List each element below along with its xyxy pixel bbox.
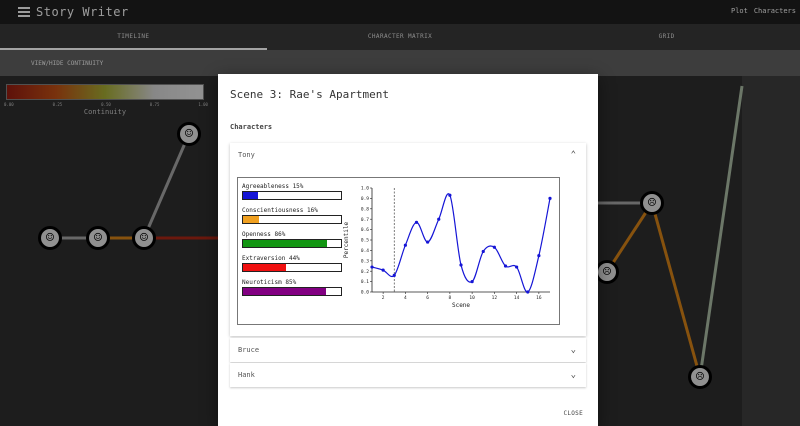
trait-label: Neuroticism 85% <box>242 279 297 286</box>
close-button[interactable]: CLOSE <box>563 410 583 417</box>
data-point <box>492 245 496 249</box>
x-tick-label: 4 <box>404 295 407 301</box>
data-point <box>370 265 374 269</box>
trait-extraversion: Extraversion 44% <box>242 255 342 272</box>
data-point <box>548 196 552 200</box>
y-tick-label: 0.6 <box>361 227 369 233</box>
character-panel-header[interactable]: Bruce ⌄ <box>230 338 586 362</box>
dialog-title: Scene 3: Rae's Apartment <box>230 88 389 101</box>
trait-bar <box>242 191 342 200</box>
data-point <box>381 268 385 272</box>
scene-dialog: Scene 3: Rae's Apartment Characters Tony… <box>218 74 598 426</box>
data-point <box>481 249 485 254</box>
data-point <box>403 243 407 247</box>
x-tick-label: 14 <box>514 295 520 301</box>
data-point <box>537 254 541 258</box>
chevron-down-icon: ⌄ <box>570 345 576 355</box>
x-tick-label: 8 <box>449 295 452 301</box>
data-point <box>437 217 441 221</box>
trait-conscientiousness: Conscientiousness 16% <box>242 207 342 224</box>
trait-label: Extraversion 44% <box>242 255 300 262</box>
y-tick-label: 0.9 <box>361 196 369 202</box>
character-panel-hank[interactable]: Hank ⌄ <box>230 363 586 387</box>
trait-fill <box>243 192 258 199</box>
trait-fill <box>243 216 259 223</box>
character-panel-bruce[interactable]: Bruce ⌄ <box>230 338 586 362</box>
trait-label: Openness 86% <box>242 231 286 238</box>
y-tick-label: 0.8 <box>361 206 369 212</box>
data-point <box>526 290 530 294</box>
x-tick-label: 12 <box>492 295 498 301</box>
trait-fill <box>243 264 287 271</box>
y-axis-label: Percentile <box>343 222 350 259</box>
y-tick-label: 0.7 <box>361 217 369 223</box>
character-panel-header[interactable]: Hank ⌄ <box>230 363 586 387</box>
trait-openness: Openness 86% <box>242 231 342 248</box>
characters-section-label: Characters <box>230 123 273 131</box>
y-tick-label: 0.4 <box>361 248 369 254</box>
character-name: Bruce <box>238 346 260 354</box>
data-point <box>426 240 430 244</box>
character-name: Hank <box>238 371 255 379</box>
data-point <box>414 220 419 224</box>
x-tick-label: 16 <box>536 295 542 301</box>
y-tick-label: 0.1 <box>361 279 369 285</box>
data-point <box>470 280 474 284</box>
trait-bar <box>242 287 342 296</box>
x-axis-label: Scene <box>452 302 470 309</box>
y-tick-label: 0.0 <box>361 290 369 296</box>
percentile-chart: 0.0 0.1 0.2 0.3 0.4 0.5 0.6 0.7 0.8 0.9 1.0 2 4 6 8 10 1… <box>343 186 552 309</box>
x-tick-label: 2 <box>382 295 385 301</box>
x-tick-label: 6 <box>426 295 429 301</box>
x-tick-label: 10 <box>469 295 475 301</box>
y-tick-label: 1.0 <box>361 186 369 192</box>
trait-bar <box>242 263 342 272</box>
personality-box: Agreeableness 15% Conscientiousness 16% … <box>237 177 560 325</box>
chevron-down-icon: ⌄ <box>570 370 576 380</box>
trait-label: Agreeableness 15% <box>242 183 304 190</box>
y-tick-label: 0.3 <box>361 258 369 264</box>
trait-fill <box>243 288 327 295</box>
data-point <box>459 263 463 267</box>
trait-neuroticism: Neuroticism 85% <box>242 279 342 296</box>
trait-label: Conscientiousness 16% <box>242 207 318 214</box>
trait-bar <box>242 215 342 224</box>
data-point <box>515 265 519 269</box>
character-panel-header[interactable]: Tony ⌃ <box>230 143 586 167</box>
character-panel-tony: Tony ⌃ Agreeableness 15% Conscientiousne… <box>230 143 586 336</box>
character-name: Tony <box>238 151 255 159</box>
y-tick-label: 0.2 <box>361 269 369 275</box>
y-tick-label: 0.5 <box>361 238 369 244</box>
chevron-up-icon: ⌃ <box>570 150 576 160</box>
series-line <box>371 193 551 293</box>
trait-fill <box>243 240 328 247</box>
trait-agreeableness: Agreeableness 15% <box>242 183 342 200</box>
data-point <box>392 273 396 277</box>
data-point <box>448 193 452 197</box>
trait-bar <box>242 239 342 248</box>
data-point <box>503 264 508 268</box>
